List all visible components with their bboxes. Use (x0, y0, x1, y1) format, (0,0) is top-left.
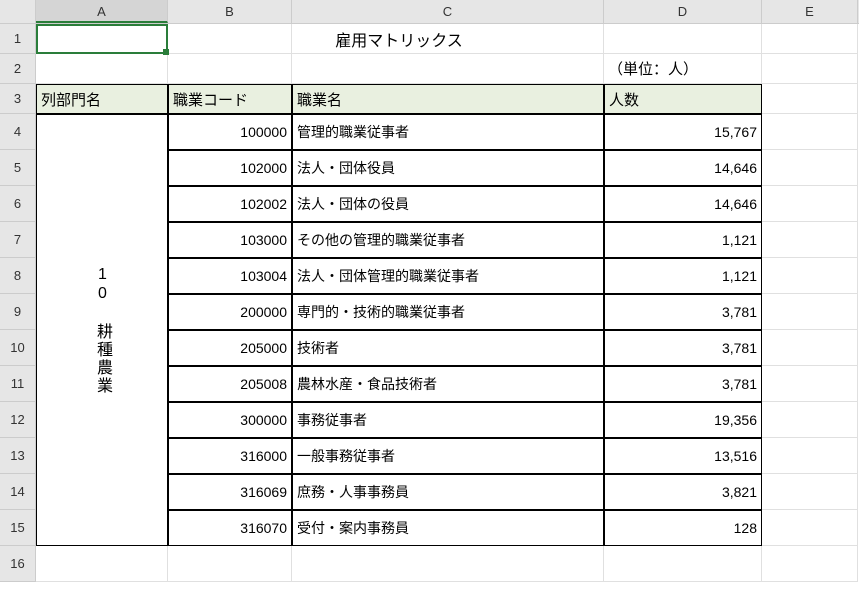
code-cell[interactable]: 200000 (168, 294, 292, 330)
name-cell[interactable]: その他の管理的職業従事者 (292, 222, 604, 258)
name-cell[interactable]: 法人・団体管理的職業従事者 (292, 258, 604, 294)
sector-merged-cell[interactable]: 10 耕種農業 (36, 114, 168, 546)
code-cell[interactable]: 316000 (168, 438, 292, 474)
row-header-5[interactable]: 5 (0, 150, 36, 186)
cell-E5[interactable] (762, 150, 858, 186)
cell-E9[interactable] (762, 294, 858, 330)
cell-E7[interactable] (762, 222, 858, 258)
cell-E4[interactable] (762, 114, 858, 150)
count-cell[interactable]: 3,781 (604, 330, 762, 366)
row-header-13[interactable]: 13 (0, 438, 36, 474)
cell-E1[interactable] (762, 24, 858, 54)
count-cell[interactable]: 3,781 (604, 294, 762, 330)
code-cell[interactable]: 103000 (168, 222, 292, 258)
cell-D1[interactable] (604, 24, 762, 54)
cell-E14[interactable] (762, 474, 858, 510)
row-header-14[interactable]: 14 (0, 474, 36, 510)
cell-A16[interactable] (36, 546, 168, 582)
count-cell[interactable]: 13,516 (604, 438, 762, 474)
name-cell[interactable]: 管理的職業従事者 (292, 114, 604, 150)
row-header-16[interactable]: 16 (0, 546, 36, 582)
cell-A1[interactable] (36, 24, 168, 54)
cell-E13[interactable] (762, 438, 858, 474)
spreadsheet: A B C D E 1 雇用マトリックス 2 （単位：人） 3 列部門名 職業コ… (0, 0, 859, 598)
count-cell[interactable]: 3,781 (604, 366, 762, 402)
name-cell[interactable]: 法人・団体役員 (292, 150, 604, 186)
count-cell[interactable]: 14,646 (604, 150, 762, 186)
header-colA[interactable]: 列部門名 (36, 84, 168, 114)
code-cell[interactable]: 300000 (168, 402, 292, 438)
col-header-A[interactable]: A (36, 0, 168, 23)
cell-B2[interactable] (168, 54, 292, 84)
cell-E6[interactable] (762, 186, 858, 222)
count-cell[interactable]: 15,767 (604, 114, 762, 150)
name-cell[interactable]: 技術者 (292, 330, 604, 366)
row-header-11[interactable]: 11 (0, 366, 36, 402)
code-cell[interactable]: 205000 (168, 330, 292, 366)
cell-C1[interactable] (292, 24, 604, 54)
row-header-3[interactable]: 3 (0, 84, 36, 114)
count-cell[interactable]: 19,356 (604, 402, 762, 438)
cell-A2[interactable] (36, 54, 168, 84)
header-colC[interactable]: 職業名 (292, 84, 604, 114)
row-1: 1 (0, 24, 859, 54)
row-header-8[interactable]: 8 (0, 258, 36, 294)
row-3: 3 列部門名 職業コード 職業名 人数 (0, 84, 859, 114)
code-cell[interactable]: 316070 (168, 510, 292, 546)
row-header-12[interactable]: 12 (0, 402, 36, 438)
code-cell[interactable]: 103004 (168, 258, 292, 294)
cell-E11[interactable] (762, 366, 858, 402)
code-cell[interactable]: 316069 (168, 474, 292, 510)
cell-E2[interactable] (762, 54, 858, 84)
name-cell[interactable]: 一般事務従事者 (292, 438, 604, 474)
cell-E15[interactable] (762, 510, 858, 546)
name-cell[interactable]: 事務従事者 (292, 402, 604, 438)
cell-E12[interactable] (762, 402, 858, 438)
count-cell[interactable]: 14,646 (604, 186, 762, 222)
cell-D16[interactable] (604, 546, 762, 582)
cell-B1[interactable] (168, 24, 292, 54)
row-header-7[interactable]: 7 (0, 222, 36, 258)
cell-E16[interactable] (762, 546, 858, 582)
row-header-10[interactable]: 10 (0, 330, 36, 366)
name-cell[interactable]: 受付・案内事務員 (292, 510, 604, 546)
row-header-4[interactable]: 4 (0, 114, 36, 150)
code-cell[interactable]: 102002 (168, 186, 292, 222)
col-header-D[interactable]: D (604, 0, 762, 23)
col-header-B[interactable]: B (168, 0, 292, 23)
count-cell[interactable]: 1,121 (604, 222, 762, 258)
cell-E3[interactable] (762, 84, 858, 114)
code-cell[interactable]: 205008 (168, 366, 292, 402)
header-colD[interactable]: 人数 (604, 84, 762, 114)
name-cell[interactable]: 庶務・人事事務員 (292, 474, 604, 510)
code-cell[interactable]: 102000 (168, 150, 292, 186)
row-header-2[interactable]: 2 (0, 54, 36, 84)
row-16: 16 (0, 546, 859, 582)
unit-cell[interactable]: （単位：人） (604, 54, 762, 84)
select-all-corner[interactable] (0, 0, 36, 23)
col-header-C[interactable]: C (292, 0, 604, 23)
name-cell[interactable]: 法人・団体の役員 (292, 186, 604, 222)
header-colB[interactable]: 職業コード (168, 84, 292, 114)
column-headers: A B C D E (0, 0, 859, 24)
row-header-1[interactable]: 1 (0, 24, 36, 54)
count-cell[interactable]: 128 (604, 510, 762, 546)
row-header-9[interactable]: 9 (0, 294, 36, 330)
cell-E8[interactable] (762, 258, 858, 294)
row-header-15[interactable]: 15 (0, 510, 36, 546)
cell-C16[interactable] (292, 546, 604, 582)
row-header-6[interactable]: 6 (0, 186, 36, 222)
count-cell[interactable]: 1,121 (604, 258, 762, 294)
cell-B16[interactable] (168, 546, 292, 582)
cell-C2[interactable] (292, 54, 604, 84)
cell-E10[interactable] (762, 330, 858, 366)
code-cell[interactable]: 100000 (168, 114, 292, 150)
col-header-E[interactable]: E (762, 0, 858, 23)
count-cell[interactable]: 3,821 (604, 474, 762, 510)
row-2: 2 （単位：人） (0, 54, 859, 84)
name-cell[interactable]: 専門的・技術的職業従事者 (292, 294, 604, 330)
name-cell[interactable]: 農林水産・食品技術者 (292, 366, 604, 402)
